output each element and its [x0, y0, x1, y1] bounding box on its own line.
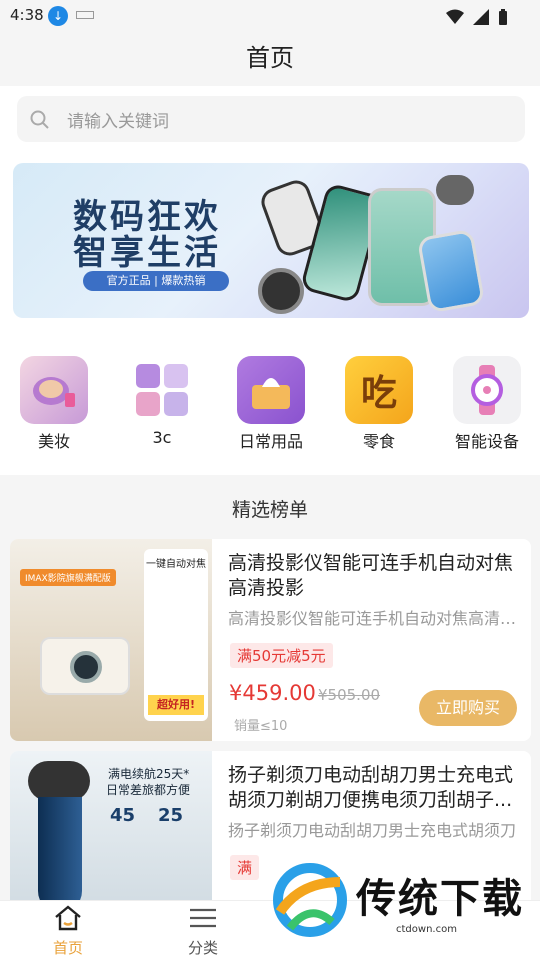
coupon-badge: 满50元减5元 — [230, 643, 333, 668]
tab-home-label: 首页 — [52, 939, 83, 957]
section-title: 精选榜单 — [231, 499, 308, 521]
category-item-makeup[interactable]: 美妆 — [4, 356, 104, 452]
product-subtitle: 高清投影仪智能可连手机自动对焦高清投影 — [228, 609, 522, 628]
search-icon — [30, 110, 49, 129]
tab-category-label: 分类 — [187, 939, 218, 957]
tab-home[interactable]: 首页 — [28, 905, 108, 958]
category-grid: 美妆 3c 日常用品 吃 零食 智能设备 — [0, 330, 540, 475]
menu-icon — [190, 908, 216, 928]
status-icons — [442, 6, 508, 25]
status-time: 4:38 — [10, 6, 44, 24]
phone-image — [416, 228, 486, 314]
product-image-side-title: 一键自动对焦 — [146, 559, 206, 570]
download-icon: ↓ — [48, 6, 68, 26]
tab-category[interactable]: 分类 — [163, 905, 243, 958]
shaver-image — [24, 761, 94, 913]
signal-icon — [472, 8, 489, 25]
smartwatch-icon — [453, 356, 521, 424]
wifi-icon — [445, 9, 464, 24]
product-price: ¥459.00 — [229, 681, 316, 705]
tissue-box-icon — [237, 356, 305, 424]
category-item-snacks[interactable]: 吃 零食 — [329, 356, 429, 452]
projector-image — [40, 637, 130, 695]
product-image: IMAX影院旗舰满配版 一键自动对焦 超好用! — [10, 539, 212, 741]
category-label: 日常用品 — [238, 432, 303, 451]
category-item-daily[interactable]: 日常用品 — [221, 356, 321, 452]
home-icon — [55, 905, 81, 931]
category-label: 零食 — [362, 432, 395, 451]
makeup-icon — [20, 356, 88, 424]
product-sales: 销量≤10 — [234, 719, 288, 734]
product-image-stat2: 25 — [158, 805, 184, 826]
status-bar: 4:38 ↓ — [0, 0, 540, 30]
watermark-text: 传统下载 — [356, 876, 524, 922]
appliances-icon — [128, 356, 196, 424]
category-label: 美妆 — [37, 432, 70, 451]
product-image-badge: IMAX影院旗舰满配版 — [20, 569, 116, 586]
search-section: 请输入关键词 — [0, 86, 540, 152]
banner-section: 数码狂欢 智享生活 官方正品 | 爆款热销 — [0, 152, 540, 330]
banner-tag: 官方正品 | 爆款热销 — [83, 271, 229, 291]
product-card[interactable]: IMAX影院旗舰满配版 一键自动对焦 超好用! 高清投影仪智能可连手机自动对焦高… — [10, 539, 531, 741]
search-input[interactable]: 请输入关键词 — [17, 96, 525, 142]
page-title: 首页 — [246, 44, 294, 72]
promo-banner[interactable]: 数码狂欢 智享生活 官方正品 | 爆款热销 — [13, 163, 529, 318]
notification-icon — [76, 11, 94, 19]
product-title: 高清投影仪智能可连手机自动对焦高清投影 — [228, 552, 514, 599]
battery-icon — [499, 8, 507, 25]
category-item-smart[interactable]: 智能设备 — [437, 356, 537, 452]
product-original-price: ¥505.00 — [318, 686, 381, 704]
watch-image — [258, 268, 304, 314]
product-image-sidepanel: 一键自动对焦 超好用! — [144, 549, 208, 721]
buy-now-button[interactable]: 立即购买 — [419, 690, 517, 726]
watermark-logo-icon — [273, 863, 347, 937]
watermark: 传统下载 ctdown.com — [270, 860, 530, 940]
banner-headline-2: 智享生活 — [73, 233, 221, 273]
product-image-stat1: 45 — [110, 805, 136, 826]
snack-icon: 吃 — [345, 356, 413, 424]
product-image-side-bottom: 超好用! — [148, 695, 204, 715]
category-item-3c[interactable]: 3c — [112, 356, 212, 447]
product-image-line2: 日常差旅都方便 — [106, 783, 191, 797]
category-label: 智能设备 — [454, 432, 519, 451]
watermark-url: ctdown.com — [396, 924, 457, 935]
coupon-badge: 满 — [230, 855, 260, 880]
product-subtitle: 扬子剃须刀电动刮胡刀男士充电式胡须刀 — [228, 821, 517, 840]
earbuds-image — [436, 175, 474, 205]
app-header: 首页 — [0, 30, 540, 86]
product-title: 扬子剃须刀电动刮胡刀男士充电式胡须刀剃胡刀便携电须刀刮胡子... — [228, 764, 514, 811]
search-placeholder: 请输入关键词 — [67, 112, 169, 132]
category-label: 3c — [152, 428, 172, 447]
product-image-line1: 满电续航25天* — [108, 767, 190, 781]
